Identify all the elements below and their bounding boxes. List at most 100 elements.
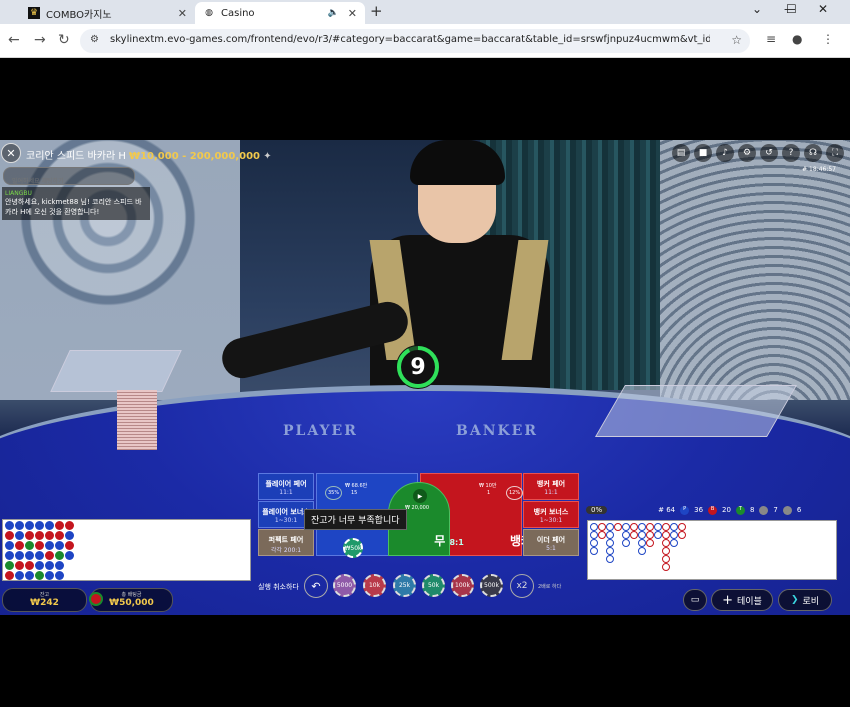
- bet-odds: 각각 200:1: [270, 547, 302, 554]
- banker-bonus-bet[interactable]: 뱅커 보너스 1~30:1: [523, 501, 579, 528]
- big-road-dot: [646, 523, 654, 531]
- volume-icon[interactable]: ♪: [716, 144, 734, 162]
- combo-favicon-icon: ♛: [28, 7, 40, 19]
- card-stack: [117, 390, 157, 450]
- chip-10k[interactable]: 10k: [363, 574, 386, 597]
- new-tab-button[interactable]: +: [370, 2, 383, 20]
- close-tab-icon[interactable]: ✕: [348, 7, 357, 20]
- settings-gear-icon[interactable]: ⚙: [738, 144, 756, 162]
- big-road-dot: [630, 523, 638, 531]
- bead-road-dot: [55, 531, 64, 540]
- screen-icon: ▭: [690, 595, 700, 605]
- chip-500k[interactable]: 500k: [480, 574, 503, 597]
- chevron-down-icon[interactable]: ⌄: [752, 2, 762, 16]
- media-control-icon[interactable]: ≡: [766, 32, 776, 46]
- timer-value: 9: [410, 354, 426, 380]
- stats-percent: 0%: [586, 506, 608, 514]
- help-icon[interactable]: ?: [782, 144, 800, 162]
- banker-wins: 20: [722, 506, 731, 514]
- bead-road-dot: [15, 561, 24, 570]
- balance-label: 잔고: [39, 592, 50, 598]
- banker-amount: ₩ 10만: [479, 483, 497, 489]
- chat-icon[interactable]: ▤: [672, 144, 690, 162]
- url-text[interactable]: skylinextm.evo-games.com/frontend/evo/r3…: [110, 34, 710, 45]
- reload-icon[interactable]: ↻: [58, 32, 70, 48]
- address-bar[interactable]: ⚙ skylinextm.evo-games.com/frontend/evo/…: [80, 29, 750, 53]
- browser-tab-bar: ♛ COMBO카지노 ✕ ◍ Casino 🔈 ✕ + ⌄ — ☐ ✕: [0, 0, 850, 24]
- big-road-dot: [670, 523, 678, 531]
- tie-wins: 8: [749, 506, 755, 514]
- player-wins-icon: P: [680, 505, 690, 515]
- chat-input-box[interactable]: [3, 167, 135, 186]
- close-window-button[interactable]: ✕: [818, 2, 828, 16]
- undo-label: 실행 취소하다: [258, 583, 299, 591]
- bead-road-dot: [65, 531, 74, 540]
- bead-road[interactable]: [2, 519, 251, 581]
- total-bet-display: 총 배팅금 ₩50,000: [89, 588, 173, 612]
- bead-road-dot: [45, 551, 54, 560]
- fullscreen-icon[interactable]: ⛶: [826, 144, 844, 162]
- video-icon[interactable]: ■: [694, 144, 712, 162]
- chip-5000[interactable]: 5000: [333, 574, 356, 597]
- bead-road-dot: [15, 541, 24, 550]
- big-road-dot: [630, 531, 638, 539]
- lobby-button[interactable]: ❯ 로비: [778, 589, 832, 611]
- profile-avatar-icon[interactable]: ●: [792, 32, 802, 46]
- tab-combo-casino[interactable]: ♛ COMBO카지노 ✕: [20, 2, 195, 24]
- big-road[interactable]: [587, 520, 837, 580]
- video-quality-button[interactable]: ▭: [683, 589, 707, 611]
- restore-button[interactable]: ☐: [786, 2, 797, 16]
- big-road-dot: [678, 523, 686, 531]
- player-amount: ₩ 68.6만: [345, 483, 368, 489]
- big-road-dot: [646, 539, 654, 547]
- big-road-dot: [654, 531, 662, 539]
- banker-pct: 12%: [506, 486, 524, 500]
- big-road-dot: [598, 531, 606, 539]
- placed-chip: ₩50k: [343, 538, 363, 558]
- chat-input[interactable]: [10, 177, 134, 186]
- bead-road-dot: [35, 531, 44, 540]
- headset-icon[interactable]: ☊: [804, 144, 822, 162]
- chip-100k[interactable]: 100k: [451, 574, 474, 597]
- tables-button[interactable]: + 테이블: [711, 589, 773, 611]
- player-pair-bet[interactable]: 플레이어 페어 11:1: [258, 473, 314, 500]
- big-road-dot: [590, 531, 598, 539]
- close-game-button[interactable]: ✕: [1, 143, 21, 163]
- history-icon[interactable]: ↺: [760, 144, 778, 162]
- big-road-dot: [638, 539, 646, 547]
- player-count: 15: [351, 490, 358, 496]
- tab-title: COMBO카지노: [46, 9, 112, 21]
- bead-road-dot: [15, 551, 24, 560]
- banker-pair-bet[interactable]: 뱅커 페어 11:1: [523, 473, 579, 500]
- bead-road-dot: [5, 531, 14, 540]
- bead-road-dot: [65, 521, 74, 530]
- big-road-dot: [638, 531, 646, 539]
- bead-road-dot: [25, 551, 34, 560]
- table-limit: ₩10,000 - 200,000,000: [129, 151, 260, 162]
- bead-road-dot: [35, 561, 44, 570]
- chip-50k[interactable]: 50k: [422, 574, 445, 597]
- bookmark-star-icon[interactable]: ☆: [731, 33, 742, 47]
- bead-road-dot: [25, 531, 34, 540]
- speaker-icon[interactable]: 🔈: [328, 8, 339, 18]
- bet-label: 뱅커 페어: [536, 480, 566, 488]
- balance-display: 잔고 ₩242: [2, 588, 87, 612]
- player-pct: 35%: [325, 486, 343, 500]
- table-title: 코리안 스피드 바카라 H ₩10,000 - 200,000,000 ✦: [26, 147, 272, 162]
- tab-casino[interactable]: ◍ Casino 🔈 ✕: [195, 2, 365, 24]
- close-tab-icon[interactable]: ✕: [178, 7, 187, 20]
- back-icon[interactable]: ←: [8, 32, 20, 48]
- forward-icon[interactable]: →: [34, 32, 46, 48]
- perfect-pair-bet[interactable]: 퍼펙트 페어 각각 200:1: [258, 529, 314, 556]
- chip-25k[interactable]: 25k: [393, 574, 416, 597]
- site-info-icon[interactable]: ⚙: [90, 34, 99, 45]
- menu-kebab-icon[interactable]: ⋮: [822, 32, 834, 46]
- bead-road-dot: [55, 521, 64, 530]
- bead-road-dot: [5, 521, 14, 530]
- bead-road-dot: [65, 541, 74, 550]
- double-button[interactable]: x2: [510, 574, 534, 598]
- big-road-dot: [622, 539, 630, 547]
- either-pair-bet[interactable]: 이더 페어 5:1: [523, 529, 579, 556]
- bead-road-dot: [15, 571, 24, 580]
- undo-button[interactable]: ↶: [304, 574, 328, 598]
